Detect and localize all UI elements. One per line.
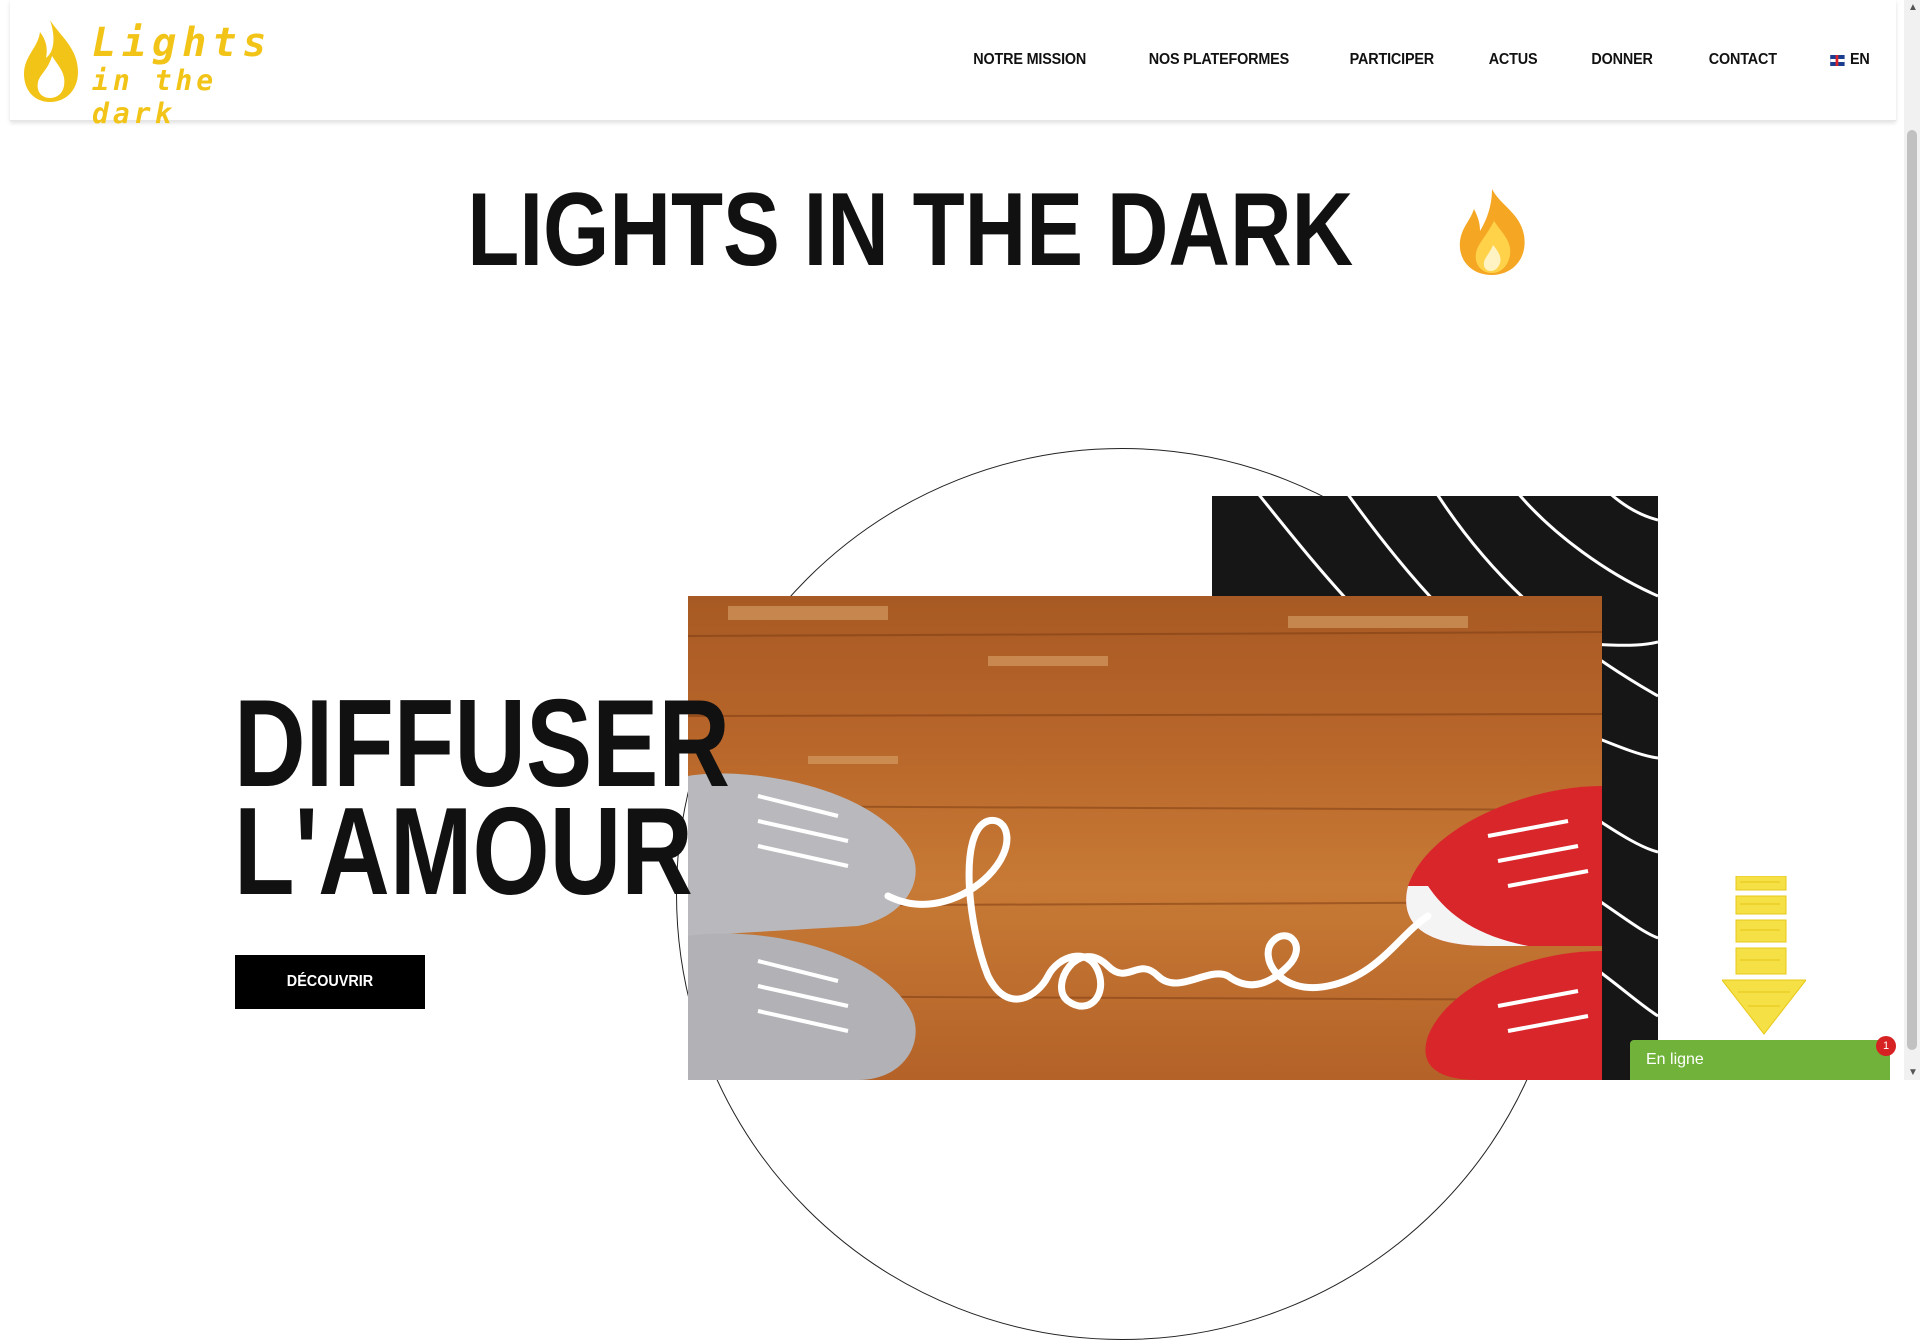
nav-donner[interactable]: DONNER	[1592, 51, 1654, 69]
headline-line-1: DIFFUSER	[234, 675, 730, 813]
hero-title-text: LIGHTS IN THE DARK	[467, 172, 1354, 288]
uk-flag-icon	[1830, 54, 1845, 66]
logo-subtitle: in the dark	[92, 64, 218, 130]
chat-notification-badge: 1	[1876, 1036, 1896, 1056]
nav-nos-plateformes[interactable]: NOS PLATEFORMES	[1149, 51, 1289, 69]
nav-contact[interactable]: CONTACT	[1708, 51, 1776, 69]
language-switcher[interactable]: EN	[1830, 51, 1870, 69]
headline-line-2: L'AMOUR	[234, 783, 693, 921]
flame-logo-icon	[24, 20, 78, 102]
logo-title: Lights	[92, 20, 273, 66]
page-scrollbar[interactable]: ▲ ▼	[1904, 0, 1920, 1080]
scrollbar-thumb[interactable]	[1907, 130, 1917, 1050]
hero-title: LIGHTS IN THE DARK	[0, 170, 1904, 290]
decouvrir-button-label: DÉCOUVRIR	[286, 973, 374, 990]
fire-icon	[1459, 188, 1525, 275]
scroll-down-small-arrow-icon[interactable]: ▼	[1908, 1067, 1918, 1078]
decouvrir-button[interactable]: DÉCOUVRIR	[235, 955, 425, 1009]
chat-status-label: En ligne	[1646, 1051, 1704, 1068]
site-header: Lights in the dark NOTRE MISSION NOS PLA…	[10, 0, 1896, 130]
nav-actus[interactable]: ACTUS	[1489, 51, 1538, 69]
scroll-up-arrow-icon[interactable]: ▲	[1908, 2, 1918, 13]
nav-notre-mission[interactable]: NOTRE MISSION	[974, 51, 1087, 69]
scroll-down-arrow-icon[interactable]	[1722, 876, 1806, 1036]
language-label: EN	[1850, 51, 1870, 68]
hero-headline: DIFFUSER L'AMOUR	[234, 675, 854, 921]
chat-widget[interactable]: En ligne	[1630, 1040, 1890, 1080]
site-logo[interactable]: Lights in the dark	[20, 16, 310, 130]
nav-participer[interactable]: PARTICIPER	[1349, 51, 1434, 69]
main-nav: NOTRE MISSION NOS PLATEFORMES PARTICIPER…	[919, 0, 1872, 120]
